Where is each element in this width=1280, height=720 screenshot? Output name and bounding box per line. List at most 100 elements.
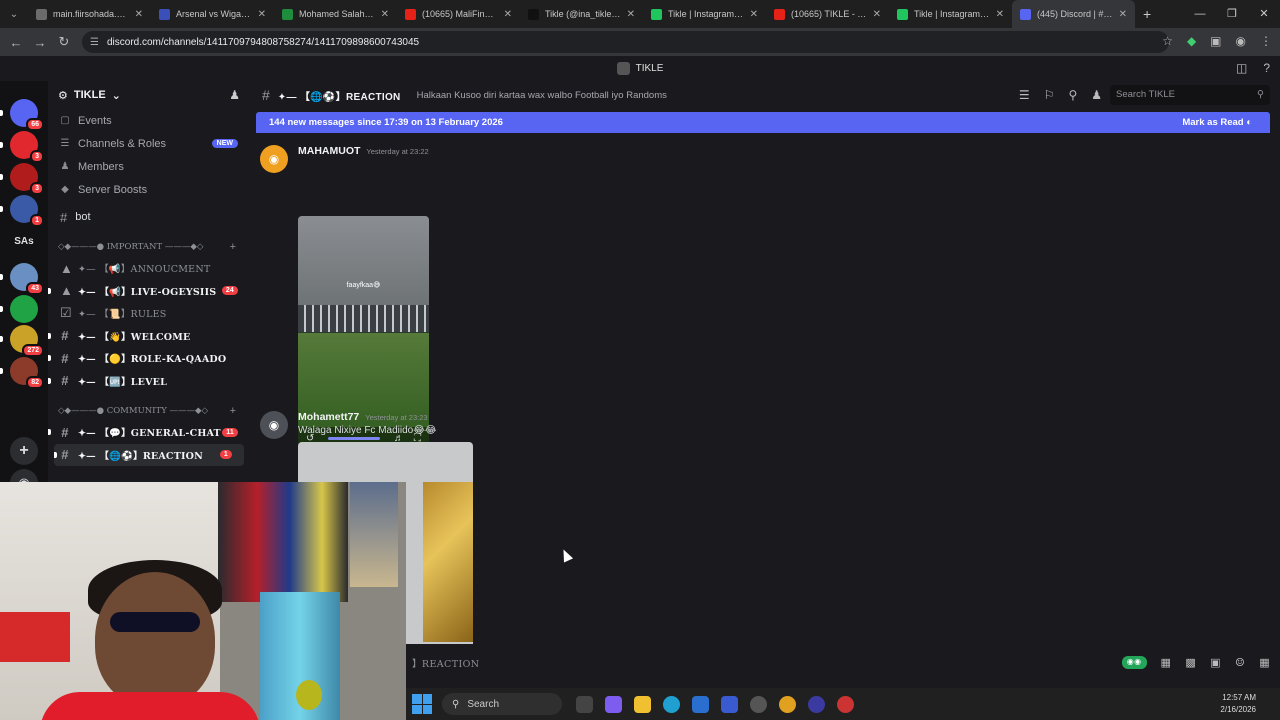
mention-badge: 3 bbox=[30, 182, 44, 195]
channel-category[interactable]: ◇◆———● COMMUNITY ———◆◇ + bbox=[48, 400, 250, 421]
close-tab-icon[interactable]: ✕ bbox=[1119, 9, 1127, 20]
address-bar[interactable]: ☰ discord.com/channels/14117097948087582… bbox=[82, 31, 1169, 53]
browser-tab[interactable]: Tikle | Instagram, Tik ✕ bbox=[643, 0, 766, 28]
close-tab-icon[interactable]: ✕ bbox=[627, 9, 635, 20]
gif-icon[interactable]: ▩ bbox=[1185, 656, 1196, 669]
tab-search-icon[interactable]: ⌄ bbox=[0, 9, 28, 20]
close-tab-icon[interactable]: ✕ bbox=[258, 9, 266, 20]
channel-item[interactable]: # ✦— 【💬】GENERAL-CHAT 11 bbox=[48, 421, 250, 444]
channel-item[interactable]: ☑ ✦— 【📜】RULES bbox=[48, 302, 250, 325]
server-ball-icon[interactable]: 1 bbox=[0, 195, 44, 227]
restore-icon[interactable]: ❐ bbox=[1216, 0, 1248, 28]
close-tab-icon[interactable]: ✕ bbox=[504, 9, 512, 20]
close-tab-icon[interactable]: ✕ bbox=[996, 9, 1004, 20]
system-clock[interactable]: 12:57 AM 2/16/2026 bbox=[1220, 692, 1256, 716]
outlook-icon[interactable] bbox=[721, 695, 738, 713]
file-explorer-icon[interactable] bbox=[634, 695, 651, 713]
edge-icon[interactable] bbox=[663, 695, 680, 713]
obs-icon[interactable] bbox=[750, 695, 767, 713]
profile-icon[interactable]: ◉ bbox=[1236, 34, 1246, 48]
browser-tab[interactable]: main.fiirsohada.club ✕ bbox=[28, 0, 151, 28]
boost-icon: ◆ bbox=[61, 184, 69, 195]
message-author[interactable]: Mohamett77 Yesterday at 23:23 bbox=[298, 411, 428, 423]
channel-item[interactable]: # ✦— 【🆙】LEVEL bbox=[48, 370, 250, 393]
search-input[interactable]: Search TIKLE ⚲ bbox=[1110, 85, 1270, 105]
server-photo-icon[interactable]: 43 bbox=[0, 263, 44, 295]
server-star-icon[interactable]: 3 bbox=[0, 163, 44, 195]
close-tab-icon[interactable]: ✕ bbox=[135, 9, 143, 20]
channel-item[interactable]: # ✦— 【👋】WELCOME bbox=[48, 325, 250, 348]
avatar[interactable]: ◉ bbox=[260, 145, 288, 173]
extensions-puzzle-icon[interactable]: ▣ bbox=[1210, 34, 1221, 48]
site-info-icon[interactable]: ☰ bbox=[90, 37, 99, 48]
server-nav-members[interactable]: ♟ Members bbox=[48, 155, 250, 178]
browser-tab[interactable]: Mohamed Salah - sta ✕ bbox=[274, 0, 397, 28]
server-red-icon[interactable]: 3 bbox=[0, 131, 44, 163]
channel-item[interactable]: # ✦— 【🌐⚽】REACTION 1 bbox=[54, 443, 244, 466]
video-progress-bar[interactable] bbox=[328, 436, 380, 440]
browser-tab[interactable]: (445) Discord | #✦— ✕ bbox=[1012, 0, 1135, 28]
minimize-icon[interactable]: — bbox=[1184, 0, 1216, 28]
new-tab-button[interactable]: + bbox=[1135, 6, 1159, 22]
server-green-icon[interactable] bbox=[0, 295, 38, 323]
bookmark-star-icon[interactable]: ☆ bbox=[1162, 34, 1173, 48]
dm-icon[interactable]: 66 bbox=[0, 99, 44, 131]
inbox-icon[interactable]: ◫ bbox=[1236, 61, 1247, 75]
channel-bot[interactable]: # bot bbox=[48, 205, 250, 229]
browser-tab[interactable]: Tikle | Instagram, Tik ✕ bbox=[889, 0, 1012, 28]
channel-category[interactable]: ◇◆———● IMPORTANT ———◆◇ + bbox=[48, 236, 250, 257]
notification-bell-icon[interactable]: ⚐ bbox=[1044, 88, 1055, 102]
help-icon[interactable]: ? bbox=[1263, 61, 1270, 75]
channel-item[interactable]: ▲ ✦— 【📢】LIVE-OGEYSIIS 24 bbox=[48, 280, 250, 303]
windows-start-icon[interactable] bbox=[412, 694, 432, 714]
channel-item[interactable]: # ✦— 【🟡】ROLE-KA-QAADO bbox=[48, 347, 250, 370]
emoji-icon[interactable]: ☺ bbox=[1235, 656, 1245, 669]
back-icon[interactable]: ← bbox=[4, 35, 28, 50]
avatar[interactable]: ◉ bbox=[260, 411, 288, 439]
hash-icon: # bbox=[61, 350, 69, 366]
browser-tab[interactable]: Arsenal vs Wigan - En ✕ bbox=[151, 0, 274, 28]
channel-topic[interactable]: Halkaan Kusoo diri kartaa wax walbo Foot… bbox=[417, 90, 667, 101]
server-gold-icon[interactable]: 272 bbox=[0, 325, 44, 357]
browser-tab[interactable]: (10665) MaliFino - Yo ✕ bbox=[397, 0, 520, 28]
invite-people-icon[interactable]: ♟ bbox=[229, 88, 240, 102]
add-server-icon[interactable]: + bbox=[10, 437, 38, 465]
store-icon[interactable] bbox=[692, 695, 709, 713]
copilot-icon[interactable] bbox=[605, 695, 622, 713]
server-nav-channels-roles[interactable]: ☰ Channels & Roles NEW bbox=[48, 132, 250, 155]
close-window-icon[interactable]: ✕ bbox=[1248, 0, 1280, 28]
server-thumb-icon[interactable]: 82 bbox=[0, 357, 44, 389]
message-input[interactable]: 】REACTION ◉◉ ▦ ▩ ▣ ☺ ▦ bbox=[406, 650, 1280, 676]
pin-icon[interactable]: ⚲ bbox=[1068, 88, 1077, 102]
menu-dots-icon[interactable]: ⋮ bbox=[1260, 34, 1272, 48]
browser-tab[interactable]: (10665) TIKLE - YouTu ✕ bbox=[766, 0, 889, 28]
chrome-profile-icon[interactable] bbox=[837, 695, 854, 713]
close-tab-icon[interactable]: ✕ bbox=[381, 9, 389, 20]
mark-as-read-button[interactable]: Mark as Read ◐ bbox=[1182, 117, 1252, 128]
server-nav-events[interactable]: ▢ Events bbox=[48, 109, 250, 132]
member-list-icon[interactable]: ♟ bbox=[1091, 88, 1102, 102]
apps-icon[interactable]: ▦ bbox=[1259, 656, 1270, 669]
create-channel-icon[interactable]: + bbox=[230, 405, 236, 417]
server-header[interactable]: ⚙ TIKLE ⌄ ♟ bbox=[48, 81, 250, 109]
taskbar-search[interactable]: ⚲ Search bbox=[442, 693, 562, 715]
sticker-icon[interactable]: ▣ bbox=[1210, 656, 1221, 669]
close-tab-icon[interactable]: ✕ bbox=[873, 9, 881, 20]
chrome-icon[interactable] bbox=[779, 695, 796, 713]
task-view-icon[interactable] bbox=[576, 695, 593, 713]
server-nav-server-boosts[interactable]: ◆ Server Boosts bbox=[48, 178, 250, 201]
app-icon[interactable] bbox=[808, 695, 825, 713]
close-tab-icon[interactable]: ✕ bbox=[750, 9, 758, 20]
browser-tab[interactable]: Tikle (@ina_tikle) | Ti ✕ bbox=[520, 0, 643, 28]
forward-icon[interactable]: → bbox=[28, 35, 52, 50]
message-author[interactable]: MAHAMUOT Yesterday at 23:22 bbox=[298, 145, 429, 157]
threads-icon[interactable]: ☰ bbox=[1019, 88, 1030, 102]
gift-icon[interactable]: ▦ bbox=[1161, 656, 1172, 669]
reload-icon[interactable]: ↻ bbox=[52, 34, 76, 50]
server-folder-sas[interactable]: SAs bbox=[6, 236, 42, 247]
create-channel-icon[interactable]: + bbox=[230, 241, 236, 253]
extension-shield-icon[interactable]: ◆ bbox=[1187, 34, 1196, 48]
app-launcher-icon[interactable]: ◉◉ bbox=[1121, 656, 1147, 669]
channel-item[interactable]: ▲ ✦— 【📢】ANNOUCMENT bbox=[48, 257, 250, 280]
new-messages-bar[interactable]: 144 new messages since 17:39 on 13 Febru… bbox=[256, 112, 1270, 133]
